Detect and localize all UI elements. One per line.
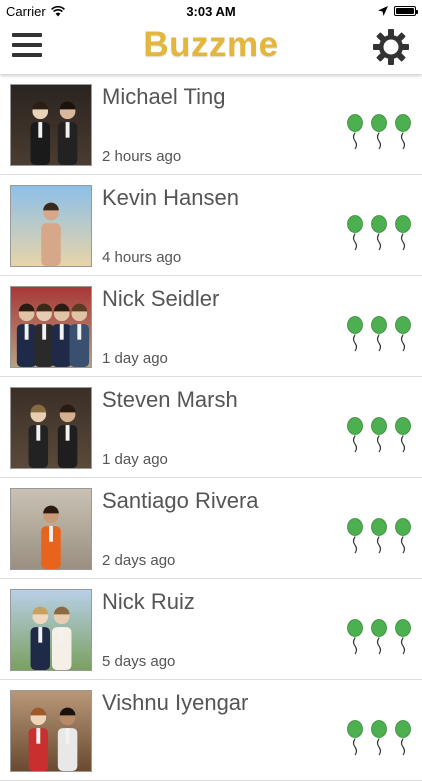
buzz-balloons[interactable] — [346, 619, 412, 660]
balloon-icon — [370, 417, 388, 458]
balloon-icon — [346, 518, 364, 559]
carrier-label: Carrier — [6, 3, 46, 19]
balloon-icon — [394, 114, 412, 155]
status-right — [378, 6, 422, 16]
avatar — [10, 84, 92, 166]
buzz-balloons[interactable] — [346, 417, 412, 458]
balloon-icon — [346, 316, 364, 357]
contact-name: Santiago Rivera — [102, 488, 259, 513]
balloon-icon — [394, 619, 412, 660]
contact-name: Nick Seidler — [102, 286, 220, 311]
balloon-icon — [346, 619, 364, 660]
buzz-balloons[interactable] — [346, 720, 412, 761]
balloon-icon — [370, 518, 388, 559]
app-title: Buzzme — [143, 25, 279, 64]
avatar — [10, 286, 92, 368]
contact-row[interactable]: Kevin Hansen 4 hours ago — [0, 175, 422, 276]
contact-name: Steven Marsh — [102, 387, 238, 412]
balloon-icon — [370, 619, 388, 660]
avatar — [10, 589, 92, 671]
buzz-balloons[interactable] — [346, 518, 412, 559]
last-buzz-time: 2 days ago — [102, 552, 176, 569]
battery-level — [396, 8, 414, 14]
balloon-icon — [346, 720, 364, 761]
avatar — [10, 488, 92, 570]
balloon-icon — [394, 518, 412, 559]
contact-row[interactable]: Santiago Rivera 2 days ago — [0, 478, 422, 579]
buzz-balloons[interactable] — [346, 215, 412, 256]
last-buzz-time: 4 hours ago — [102, 249, 182, 266]
buzz-balloons[interactable] — [346, 114, 412, 155]
balloon-icon — [346, 417, 364, 458]
last-buzz-time: 5 days ago — [102, 653, 176, 670]
balloon-icon — [346, 215, 364, 256]
status-left: Carrier — [0, 4, 65, 19]
avatar — [10, 690, 92, 772]
last-buzz-time: 2 hours ago — [102, 148, 182, 165]
location-arrow-icon — [378, 6, 388, 16]
contact-list: Michael Ting 2 hours ago Kevin Hansen 4 hou… — [0, 74, 422, 781]
balloon-icon — [370, 720, 388, 761]
wifi-icon — [50, 5, 65, 16]
contact-row[interactable]: Michael Ting 2 hours ago — [0, 74, 422, 175]
buzz-balloons[interactable] — [346, 316, 412, 357]
balloon-icon — [346, 114, 364, 155]
contact-name: Nick Ruiz — [102, 589, 195, 614]
balloon-icon — [394, 316, 412, 357]
last-buzz-time: 1 day ago — [102, 451, 168, 468]
avatar — [10, 387, 92, 469]
avatar — [10, 185, 92, 267]
contact-name: Vishnu Iyengar — [102, 690, 249, 715]
balloon-icon — [370, 114, 388, 155]
status-bar: Carrier 3:03 AM — [0, 0, 422, 22]
contact-row[interactable]: Vishnu Iyengar — [0, 680, 422, 781]
balloon-icon — [370, 215, 388, 256]
battery-icon — [394, 6, 418, 16]
gear-icon[interactable] — [372, 28, 410, 66]
balloon-icon — [370, 316, 388, 357]
contact-row[interactable]: Nick Seidler 1 day ago — [0, 276, 422, 377]
balloon-icon — [394, 720, 412, 761]
contact-name: Kevin Hansen — [102, 185, 239, 210]
nav-bar: Buzzme — [0, 22, 422, 74]
contact-row[interactable]: Steven Marsh 1 day ago — [0, 377, 422, 478]
contact-row[interactable]: Nick Ruiz 5 days ago — [0, 579, 422, 680]
balloon-icon — [394, 215, 412, 256]
last-buzz-time: 1 day ago — [102, 350, 168, 367]
balloon-icon — [394, 417, 412, 458]
contact-name: Michael Ting — [102, 84, 226, 109]
